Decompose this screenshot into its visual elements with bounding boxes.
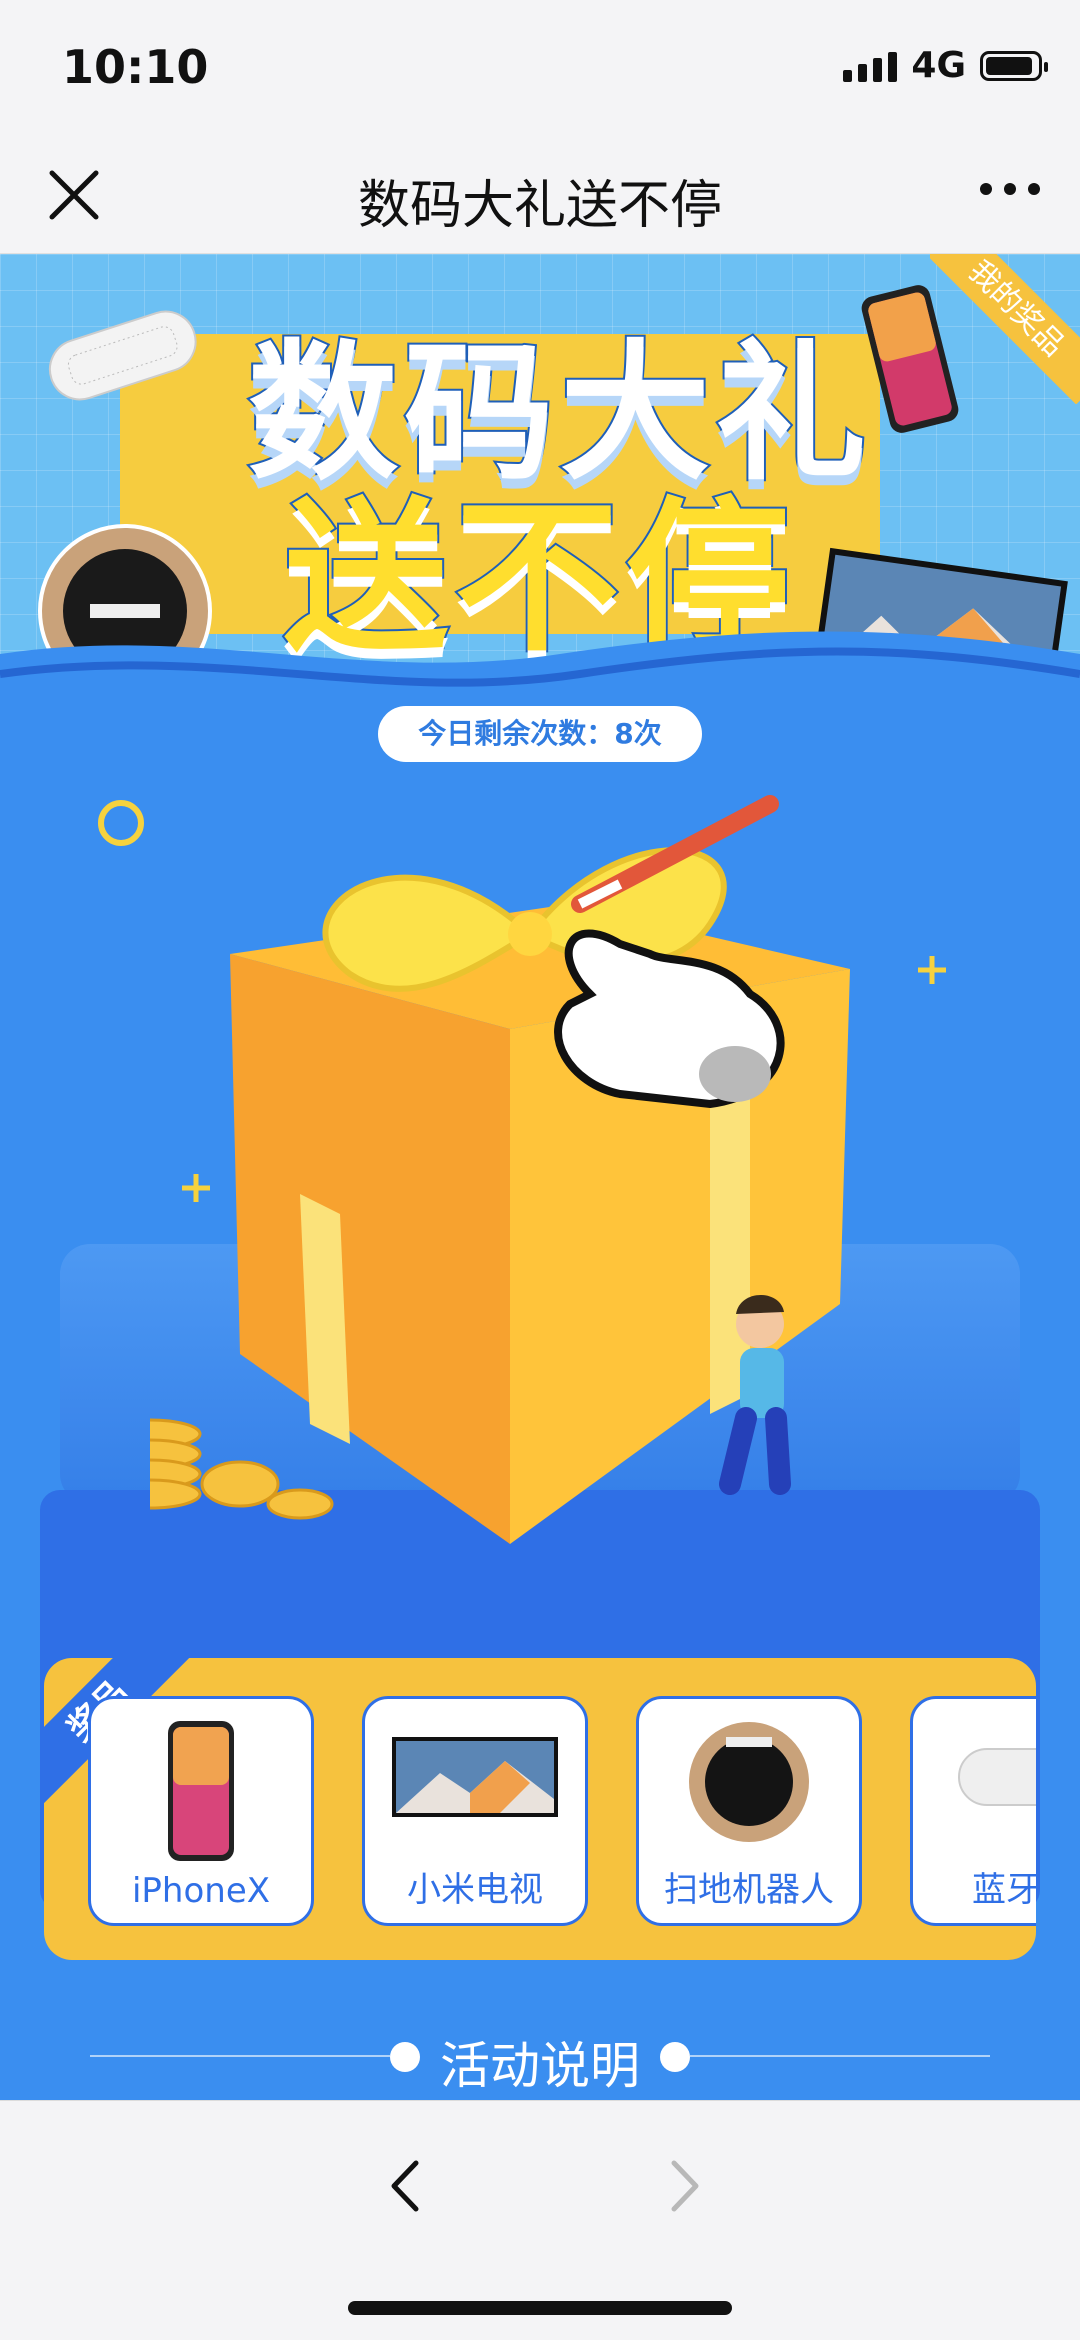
- back-icon[interactable]: [376, 2151, 436, 2221]
- prize-card-robot-vacuum[interactable]: 扫地机器人: [636, 1696, 862, 1926]
- more-icon[interactable]: [980, 183, 1040, 195]
- remaining-attempts: 今日剩余次数：8次: [378, 706, 702, 762]
- status-time: 10:10: [62, 40, 209, 94]
- rules-section-title[interactable]: 活动说明: [90, 2026, 990, 2095]
- ring-decoration-icon: [98, 800, 144, 846]
- gift-box[interactable]: [150, 794, 870, 1614]
- nav-bar: 数码大礼送不停: [0, 135, 1080, 254]
- robot-vacuum-image: [689, 1722, 809, 1842]
- battery-icon: [980, 50, 1048, 81]
- tv-image: [392, 1737, 558, 1817]
- prize-name: 扫地机器人: [664, 1870, 834, 1910]
- home-indicator: [348, 2301, 732, 2315]
- plus-decoration-icon: [918, 956, 946, 984]
- browser-toolbar: [0, 2100, 1080, 2340]
- prize-card-mi-tv[interactable]: 小米电视: [362, 1696, 588, 1926]
- my-prizes-ribbon[interactable]: 我的奖品: [930, 254, 1080, 404]
- divider-dot: [660, 2042, 690, 2072]
- status-bar: 10:10 4G: [0, 0, 1080, 135]
- prize-card-bluetooth-speaker[interactable]: 蓝牙音: [910, 1696, 1036, 1926]
- prize-panel: 奖品 iPhoneX 小米电视 扫地机器人: [44, 1658, 1036, 1960]
- iphone-image: [168, 1721, 234, 1861]
- signal-icon: [843, 50, 898, 82]
- prize-name: 蓝牙音: [972, 1870, 1036, 1910]
- rules-title[interactable]: 活动说明: [90, 2026, 990, 2098]
- speaker-image: [958, 1748, 1036, 1806]
- network-label: 4G: [911, 45, 966, 86]
- prize-name: iPhoneX: [131, 1871, 271, 1911]
- my-prizes-label[interactable]: 我的奖品: [930, 254, 1080, 404]
- page-title: 数码大礼送不停: [357, 176, 722, 236]
- prize-card-iphonex[interactable]: iPhoneX: [88, 1696, 314, 1926]
- campaign-page: 数码大礼 送不停 我的奖品 今日剩余次数：8次 iPhoneX 小米电视 扫地机…: [0, 254, 1080, 2100]
- prize-name: 小米电视: [407, 1870, 543, 1910]
- status-indicators: 4G: [843, 45, 1048, 86]
- divider-line: [690, 2055, 990, 2057]
- forward-icon[interactable]: [654, 2151, 714, 2221]
